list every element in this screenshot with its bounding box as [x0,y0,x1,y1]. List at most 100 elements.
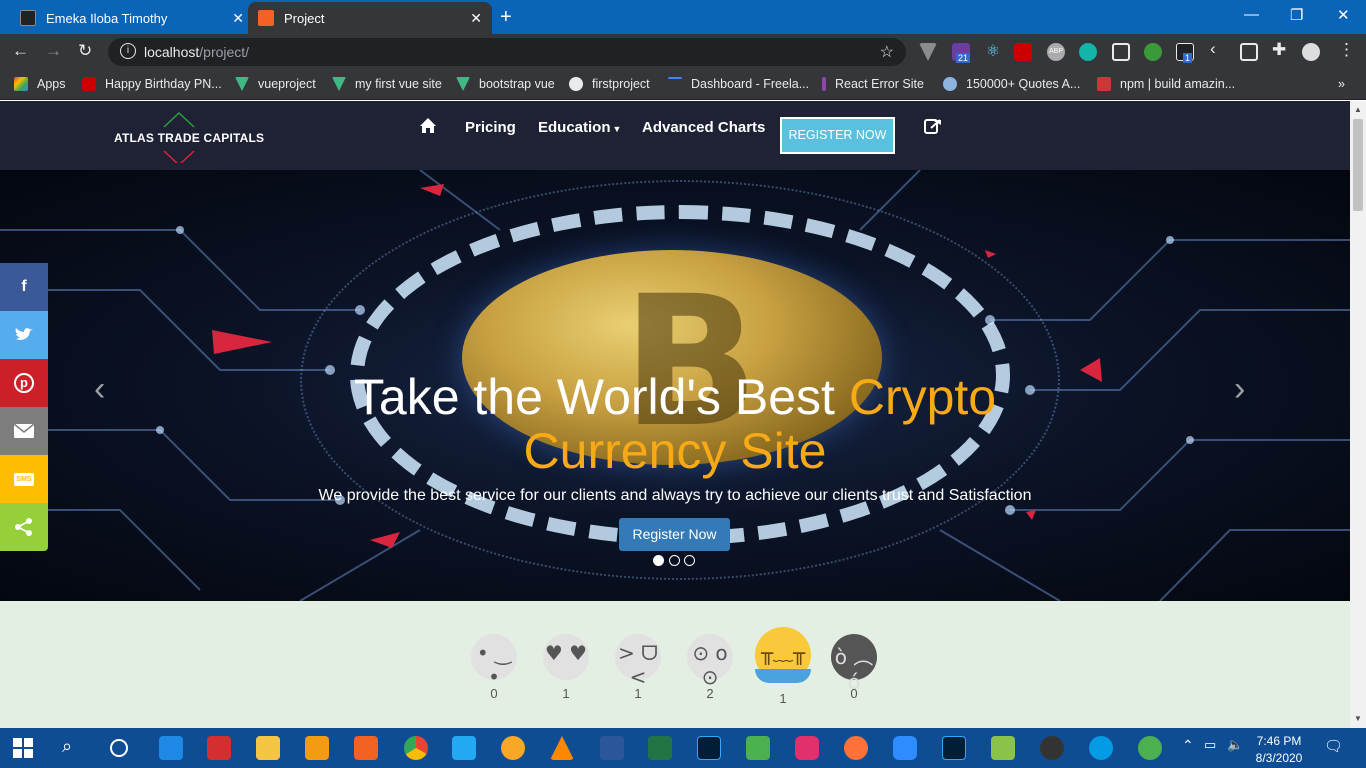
taskbar-app-icon[interactable] [1040,736,1064,760]
zoom-icon[interactable] [893,736,917,760]
extensions-puzzle-icon[interactable]: ✚ [1272,40,1286,60]
restore-icon[interactable]: ❐ [1290,6,1303,24]
back-icon[interactable]: ← [12,41,29,61]
extension-m-icon[interactable] [1079,43,1097,61]
adblock-icon[interactable]: ABP [1047,43,1065,61]
cortana-icon[interactable] [110,739,128,757]
windows-start-icon[interactable] [13,738,33,758]
file-explorer-icon[interactable] [256,736,280,760]
scroll-down-icon[interactable]: ▼ [1354,714,1362,723]
minimize-icon[interactable]: — [1244,6,1259,23]
xampp-icon[interactable] [354,736,378,760]
register-now-button[interactable]: REGISTER NOW [780,117,895,154]
volume-icon[interactable]: 🔈 [1227,737,1243,753]
acrobat-icon[interactable] [207,736,231,760]
heart-eyes-emoji-icon[interactable]: ♥ ♥ [543,634,589,680]
facebook-icon[interactable]: f [0,263,48,311]
bookmark-bootstrap-vue[interactable]: bootstrap vue [456,77,555,91]
smile-emoji-icon[interactable]: • ‿ • [471,634,517,689]
bookmark-birthday[interactable]: Happy Birthday PN... [82,77,222,91]
close-icon[interactable]: ✕ [470,10,482,27]
profile-avatar[interactable] [1302,43,1320,61]
site-info-icon[interactable]: i [120,43,136,59]
page-scrollbar[interactable]: ▲ ▼ [1350,101,1366,728]
bookmark-vueproject[interactable]: vueproject [235,77,316,91]
taskbar-app-icon[interactable] [746,736,770,760]
excel-icon[interactable] [648,736,672,760]
sublime-icon[interactable] [305,736,329,760]
photoshop-icon[interactable] [942,736,966,760]
email-icon[interactable] [0,407,48,455]
share-icon[interactable] [0,503,48,551]
search-icon[interactable]: ⌕ [62,736,86,760]
cube-icon[interactable] [1112,43,1130,61]
extension-badge-icon[interactable]: 21 [952,43,971,63]
hero-title-line-2: Currency Site [523,423,827,479]
bookmark-react-error[interactable]: React Error Site [822,77,924,91]
twitter-icon[interactable] [0,311,48,359]
chevron-left-icon[interactable]: ‹ [1210,39,1216,59]
laughing-emoji-icon[interactable]: > ᗜ < [615,634,661,689]
carousel-indicator-2[interactable] [669,555,680,566]
nav-advanced-charts[interactable]: Advanced Charts [642,119,765,136]
notifications-icon[interactable]: 🗨 [1324,737,1343,755]
address-bar[interactable]: i localhost/project/ ☆ [108,38,906,66]
bookmark-quotes[interactable]: 150000+ Quotes A... [943,77,1080,91]
close-icon[interactable]: ✕ [232,10,244,27]
scroll-up-icon[interactable]: ▲ [1354,105,1362,114]
crying-emoji-icon[interactable]: ╥﹏╥ [755,627,811,683]
clock[interactable]: 7:46 PM 8/3/2020 [1248,734,1310,765]
site-logo[interactable]: ATLAS TRADE CAPITALS [112,111,264,163]
scrollbar-thumb[interactable] [1353,119,1363,211]
firefox-icon[interactable] [844,736,868,760]
taskbar-app-icon[interactable] [991,736,1015,760]
bookmark-npm[interactable]: npm | build amazin... [1097,77,1235,91]
instagram-icon[interactable] [795,736,819,760]
reaction-count: 2 [706,686,714,701]
nav-pricing[interactable]: Pricing [465,119,516,136]
chrome-icon[interactable] [404,736,428,760]
bookmark-dashboard[interactable]: Dashboard - Freela... [668,77,809,91]
sign-in-icon[interactable] [924,117,942,140]
browser-toolbar: ← → ↻ i localhost/project/ ☆ 21 ⚛ ABP 1 … [0,34,1366,70]
tab-emeka[interactable]: Emeka Iloba Timothy ✕ [10,2,254,34]
more-bookmarks[interactable]: » [1338,77,1345,91]
extension-globe-icon[interactable] [1144,43,1162,61]
extension-glasses-icon[interactable] [1240,43,1258,61]
bookmark-apps[interactable]: Apps [14,77,66,91]
taskbar-app-icon[interactable] [159,736,183,760]
pinterest-icon[interactable]: p [0,359,48,407]
battery-icon[interactable]: ▭ [1204,737,1216,753]
new-tab-icon[interactable]: + [500,6,512,29]
vue-devtools-icon[interactable] [919,43,937,61]
bookmark-star-icon[interactable]: ☆ [880,42,894,62]
taskbar-app-icon[interactable] [1138,736,1162,760]
home-icon[interactable] [419,117,437,138]
tray-chevron-up-icon[interactable]: ⌃ [1182,737,1194,754]
react-devtools-icon[interactable]: ⚛ [984,43,1002,61]
extension-red-icon[interactable] [1014,43,1032,61]
menu-kebab-icon[interactable]: ⋮ [1338,40,1355,60]
photoshop-icon[interactable] [697,736,721,760]
reload-icon[interactable]: ↻ [78,41,92,61]
word-icon[interactable] [600,736,624,760]
carousel-indicator-1[interactable] [653,555,664,566]
nav-education[interactable]: Education ▼ [538,119,621,136]
bookmark-firstproject[interactable]: firstproject [569,77,650,91]
vscode-icon[interactable] [452,736,476,760]
carousel-indicator-3[interactable] [684,555,695,566]
bookmark-first-vue-site[interactable]: my first vue site [332,77,442,91]
npm-icon [1097,77,1111,91]
extension-box-icon[interactable]: 1 [1176,43,1194,63]
taskbar-app-icon[interactable] [501,736,525,760]
forward-icon[interactable]: → [45,41,62,61]
angry-emoji-icon[interactable]: ò ︵ ó [831,634,877,694]
hero-register-button[interactable]: Register Now [619,518,730,551]
caret-down-icon: ▼ [612,124,622,134]
close-window-icon[interactable]: ✕ [1337,6,1350,24]
tab-project[interactable]: Project ✕ [248,2,492,34]
vlc-icon[interactable] [550,736,574,760]
surprised-emoji-icon[interactable]: ⊙ o ⊙ [687,634,733,689]
sms-icon[interactable]: SMS [0,455,48,503]
taskbar-app-icon[interactable] [1089,736,1113,760]
